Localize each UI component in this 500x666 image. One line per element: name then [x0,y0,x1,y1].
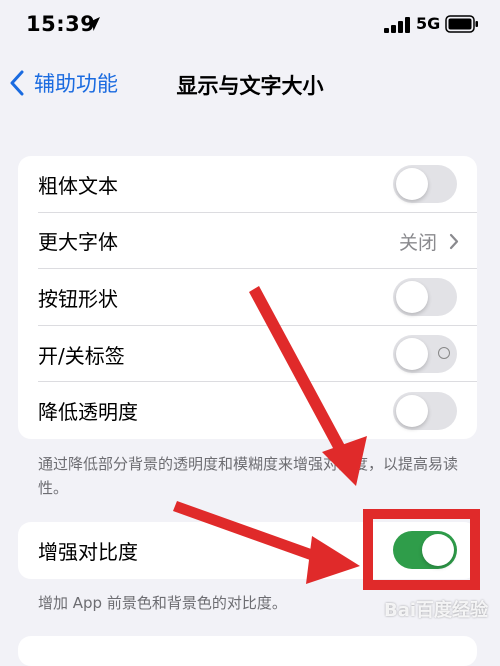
row-larger-text[interactable]: 更大字体 关闭 [18,213,477,270]
toggle-knob [396,338,428,371]
signal-bars-icon [384,17,410,33]
toggle-knob [396,394,428,427]
toggle-knob [396,168,428,201]
bold-text-toggle[interactable] [393,165,457,204]
row-label: 开/关标签 [38,343,125,368]
row-reduce-transparency: 降低透明度 [18,382,477,439]
row-bold-text: 粗体文本 [18,156,477,213]
battery-icon [445,15,478,33]
button-shapes-toggle[interactable] [393,278,457,317]
chevron-right-icon [449,233,459,249]
row-label: 更大字体 [38,230,118,255]
row-button-shapes: 按钮形状 [18,269,477,326]
reduce-transparency-toggle[interactable] [393,391,457,430]
row-label: 增强对比度 [38,539,138,564]
page-title: 显示与文字大小 [176,74,324,98]
row-label: 降低透明度 [38,400,138,425]
highlight-box [363,509,480,590]
toggle-knob [396,281,428,314]
on-off-labels-toggle[interactable] [393,335,457,374]
transparency-footer-note: 通过降低部分背景的透明度和模糊度来增强对比度，以提高易读性。 [38,455,459,497]
network-label: 5G [416,14,441,33]
text-settings-group: 粗体文本 更大字体 关闭 按钮形状 开/关标签 降低透明度 [18,156,477,439]
watermark: Bai百度经验 [384,600,489,621]
status-bar: 15:39 5G [0,0,500,50]
location-arrow-icon [86,17,100,31]
larger-text-value: 关闭 [398,231,437,254]
row-on-off-labels: 开/关标签 [18,326,477,383]
navigation-bar: 辅助功能 显示与文字大小 [0,58,500,108]
row-label: 粗体文本 [38,173,118,198]
next-settings-group [18,636,477,666]
row-label: 按钮形状 [38,286,118,311]
value-wrap: 关闭 [399,228,459,255]
off-indicator-icon [438,347,450,360]
